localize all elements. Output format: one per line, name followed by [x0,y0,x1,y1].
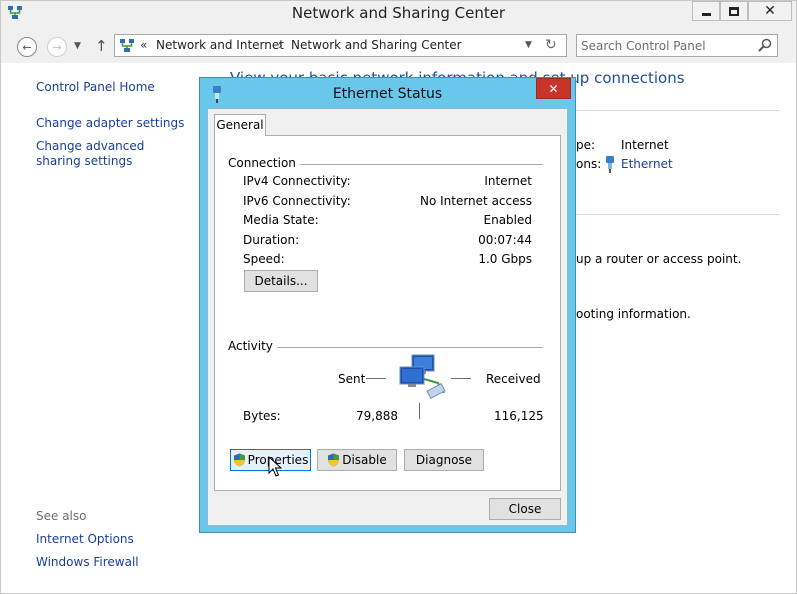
minimize-button[interactable] [692,1,720,21]
mouse-cursor-icon [268,456,282,477]
breadcrumb-network-sharing-center[interactable]: Network and Sharing Center [291,38,462,52]
ethernet-icon [606,156,614,173]
forward-arrow-icon: → [52,40,62,54]
tab-general[interactable]: General [214,114,266,136]
duration-value: 00:07:44 [478,233,532,247]
sidebar-item-control-panel-home[interactable]: Control Panel Home [36,80,155,95]
section-divider [576,110,779,111]
general-tab-panel: Connection IPv4 Connectivity: Internet I… [214,135,561,491]
network-activity-icon [399,354,446,399]
sidebar-item-windows-firewall[interactable]: Windows Firewall [36,555,139,570]
breadcrumb-separator[interactable]: › [278,38,283,52]
connection-group-rule [291,164,543,165]
dialog-body: General Connection IPv4 Connectivity: In… [207,108,568,526]
media-state-value: Enabled [483,213,533,227]
uac-shield-icon [328,453,340,467]
close-icon: ✕ [548,81,559,96]
sent-bytes-value: 79,888 [356,409,398,423]
forward-button[interactable]: → [47,37,67,57]
speed-label: Speed: [243,252,285,266]
activity-group-rule [271,347,543,348]
troubleshoot-text: ooting information. [576,307,691,321]
sent-label: Sent [338,372,366,386]
recent-locations-dropdown[interactable]: ▼ [74,41,81,51]
sent-dash [366,378,386,379]
see-also-heading: See also [36,509,87,523]
breadcrumb-network-and-internet[interactable]: Network and Internet [156,38,284,52]
setup-connection-text: up a router or access point. [576,252,742,266]
sidebar-item-change-adapter-settings[interactable]: Change adapter settings [36,116,184,131]
window-close-button[interactable]: ✕ [748,1,792,21]
ipv4-connectivity-value: Internet [484,174,532,188]
maximize-icon [729,6,739,16]
received-bytes-value: 116,125 [494,409,544,423]
refresh-icon[interactable]: ↻ [545,37,557,53]
close-icon: ✕ [764,3,776,19]
activity-divider [419,403,420,419]
address-dropdown-icon[interactable]: ▼ [525,40,532,50]
details-button[interactable]: Details... [244,270,318,292]
sidebar-item-change-advanced-sharing[interactable]: Change advanced sharing settings [36,139,186,169]
activity-group-label: Activity [228,339,277,353]
search-box[interactable] [576,34,778,57]
ethernet-connection-link[interactable]: Ethernet [621,157,673,171]
connection-group-label: Connection [228,156,300,170]
connections-label: ons: [576,157,602,171]
access-type-label: pe: [576,138,596,152]
search-icon[interactable] [757,37,773,53]
duration-label: Duration: [243,233,300,247]
access-type-value: Internet [621,138,669,152]
up-button[interactable]: ↑ [95,37,108,55]
disable-button-label: Disable [342,453,387,467]
back-arrow-icon: ← [22,40,32,54]
sidebar-item-internet-options[interactable]: Internet Options [36,532,134,547]
address-bar[interactable]: « Network and Internet › Network and Sha… [114,34,567,57]
minimize-icon [701,12,711,16]
maximize-button[interactable] [720,1,748,21]
bytes-label: Bytes: [243,409,281,423]
title-bar: Network and Sharing Center ✕ [1,1,796,29]
breadcrumb-overflow[interactable]: « [140,38,147,52]
ipv6-connectivity-label: IPv6 Connectivity: [243,194,351,208]
disable-button[interactable]: Disable [317,449,397,471]
search-input[interactable] [581,35,751,56]
back-button[interactable]: ← [17,37,37,57]
received-dash [451,378,471,379]
window-title: Network and Sharing Center [291,4,506,22]
speed-value: 1.0 Gbps [478,252,532,266]
close-button[interactable]: Close [489,498,561,520]
received-label: Received [486,372,541,386]
navigation-bar: ← → ▼ ↑ « Network and Internet › Network… [1,29,796,63]
ethernet-status-dialog: Ethernet Status ✕ General Connection IPv… [199,77,576,533]
uac-shield-icon [233,453,245,467]
section-divider [576,214,779,215]
dialog-title: Ethernet Status [332,86,443,102]
network-center-icon [120,39,134,52]
media-state-label: Media State: [243,213,319,227]
diagnose-button[interactable]: Diagnose [404,449,484,471]
ipv4-connectivity-label: IPv4 Connectivity: [243,174,351,188]
ipv6-connectivity-value: No Internet access [419,194,532,208]
dialog-close-button[interactable]: ✕ [536,78,571,99]
